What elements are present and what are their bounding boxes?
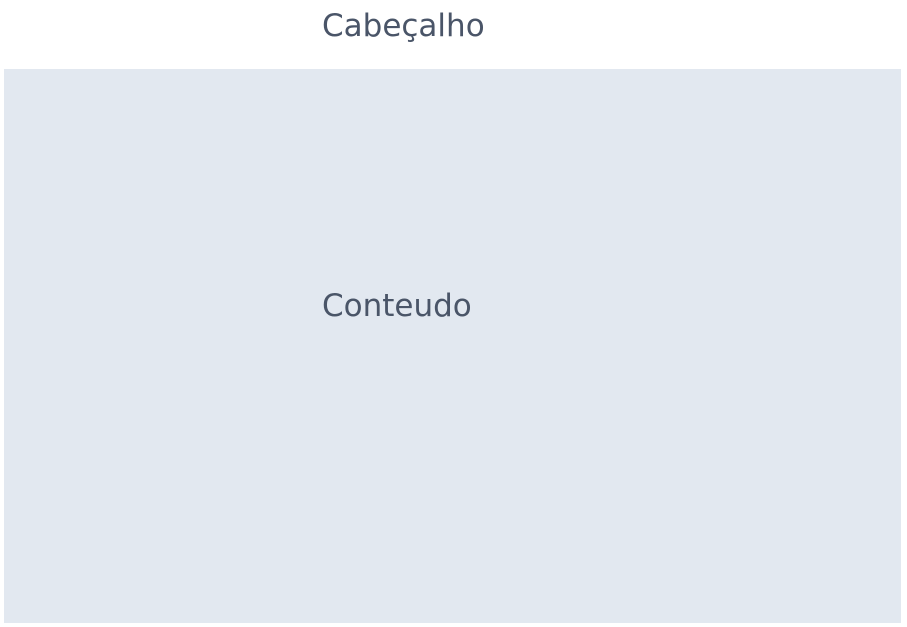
header: Cabeçalho bbox=[0, 0, 907, 69]
page: Cabeçalho Conteudo bbox=[0, 0, 907, 627]
content-label: Conteudo bbox=[322, 288, 472, 324]
header-title: Cabeçalho bbox=[322, 8, 485, 44]
content-area: Conteudo bbox=[4, 69, 901, 623]
